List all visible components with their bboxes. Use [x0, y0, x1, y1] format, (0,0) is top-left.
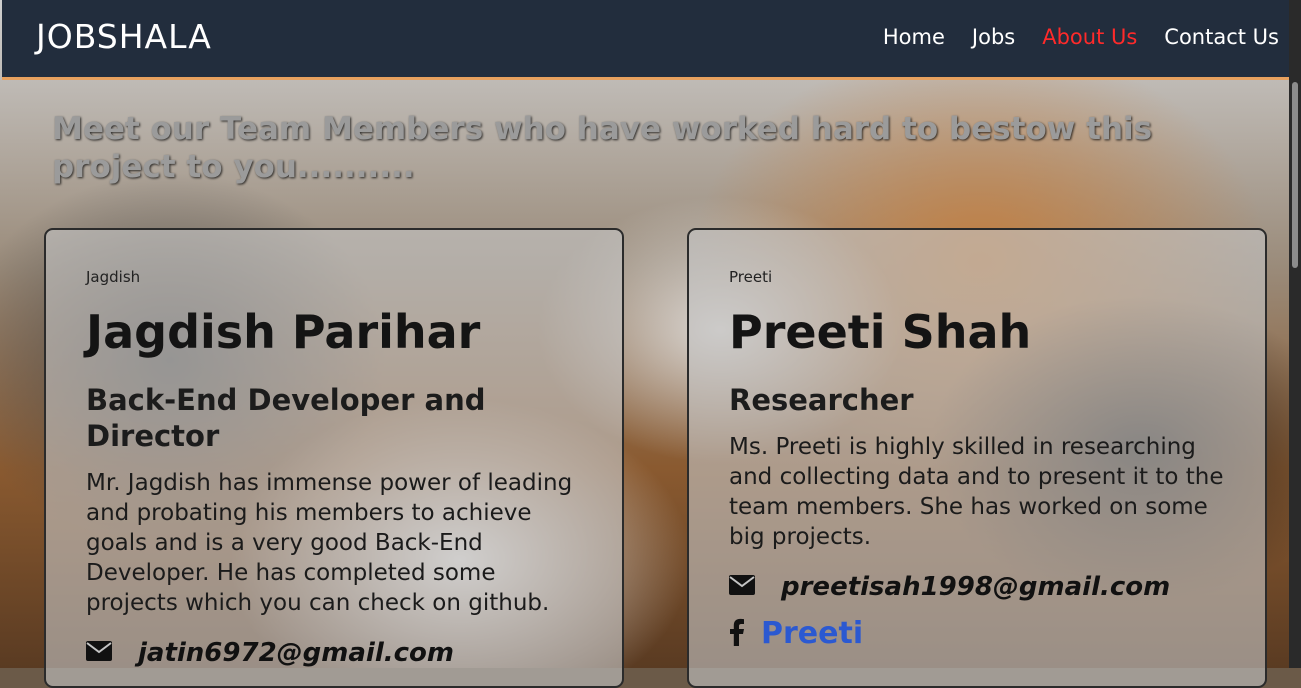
navbar: JOBSHALA Home Jobs About Us Contact Us: [2, 0, 1289, 80]
nav-contact-us[interactable]: Contact Us: [1164, 25, 1279, 49]
page-heading: Meet our Team Members who have worked ha…: [52, 111, 1153, 185]
nav-links: Home Jobs About Us Contact Us: [883, 25, 1279, 49]
card-tag: Jagdish: [86, 268, 141, 286]
card-tag: Preeti: [729, 268, 773, 286]
nav-home[interactable]: Home: [883, 25, 945, 49]
scrollbar-thumb[interactable]: [1292, 82, 1298, 268]
team-card-preeti: Preeti Preeti Shah Researcher Ms. Preeti…: [687, 228, 1267, 688]
member-description: Ms. Preeti is highly skilled in research…: [729, 434, 1224, 550]
member-role: Researcher: [729, 383, 914, 417]
nav-about-us[interactable]: About Us: [1042, 25, 1137, 49]
email-row: jatin6972@gmail.com: [86, 638, 582, 668]
member-email[interactable]: jatin6972@gmail.com: [138, 638, 454, 668]
nav-jobs[interactable]: Jobs: [972, 25, 1015, 49]
member-role: Back-End Developer and Director: [86, 383, 486, 453]
scrollbar[interactable]: [1289, 0, 1301, 668]
member-description: Mr. Jagdish has immense power of leading…: [86, 470, 573, 616]
facebook-icon: [729, 618, 759, 650]
team-card-jagdish: Jagdish Jagdish Parihar Back-End Develop…: [44, 228, 624, 688]
brand-logo[interactable]: JOBSHALA: [36, 17, 212, 56]
envelope-icon: [729, 575, 759, 599]
envelope-icon: [86, 641, 116, 665]
email-row: preetisah1998@gmail.com: [729, 572, 1225, 602]
facebook-link[interactable]: Preeti: [761, 616, 863, 651]
member-email[interactable]: preetisah1998@gmail.com: [781, 572, 1170, 602]
member-name: Jagdish Parihar: [86, 305, 481, 359]
facebook-row: Preeti: [729, 616, 1225, 651]
member-name: Preeti Shah: [729, 305, 1032, 359]
